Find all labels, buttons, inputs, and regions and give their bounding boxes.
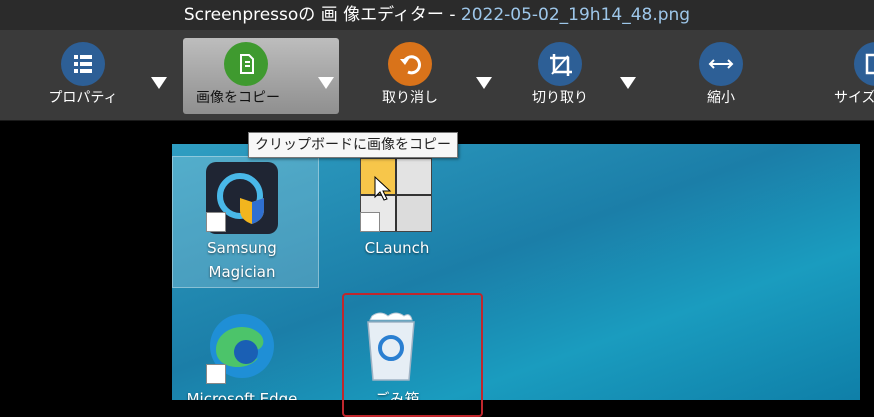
microsoft-edge-label: Microsoft Edge [186,390,298,400]
crop-dropdown-icon[interactable] [620,77,636,89]
list-icon [61,42,105,86]
copy-image-label: 画像をコピー [196,90,280,106]
size-label: サイズ [834,90,874,106]
resize-label: 縮小 [707,90,735,106]
shortcut-arrow-icon [206,364,226,384]
copy-dropdown-icon[interactable] [318,77,334,89]
undo-label: 取り消し [382,90,438,106]
claunch-label: CLaunch [364,239,430,257]
toolbar: プロパティ 画像をコピー 取り消し 切り取り 縮小 サイズ [0,30,874,121]
resize-icon [699,42,743,86]
undo-icon [388,42,432,86]
screenshot-canvas[interactable]: Samsung Magician CLaunch Microsoft Edge … [172,144,860,400]
crop-label: 切り取り [532,90,588,106]
size-button[interactable]: サイズ [820,38,874,114]
copy-image-button[interactable]: 画像をコピー [183,38,339,114]
red-highlight-rectangle[interactable] [342,293,483,417]
tooltip: クリップボードに画像をコピー [248,132,458,158]
properties-dropdown-icon[interactable] [151,77,167,89]
samsung-magician-label-line1: Samsung [207,239,277,257]
size-icon [854,42,874,86]
undo-dropdown-icon[interactable] [476,77,492,89]
window-title: Screenpressoの 画 像エディター - [183,5,456,25]
properties-button[interactable]: プロパティ [28,38,138,114]
title-bar: Screenpressoの 画 像エディター - 2022-05-02_19h1… [0,0,874,30]
properties-label: プロパティ [48,90,118,106]
samsung-magician-label: Samsung Magician [172,236,312,284]
samsung-magician-label-line2: Magician [208,263,276,281]
file-name: 2022-05-02_19h14_48.png [460,5,691,25]
crop-icon [538,42,582,86]
resize-button[interactable]: 縮小 [666,38,776,114]
shortcut-arrow-icon [360,212,380,232]
crop-button[interactable]: 切り取り [505,38,615,114]
undo-button[interactable]: 取り消し [355,38,465,114]
copy-icon [224,42,268,86]
shortcut-arrow-icon [206,212,226,232]
